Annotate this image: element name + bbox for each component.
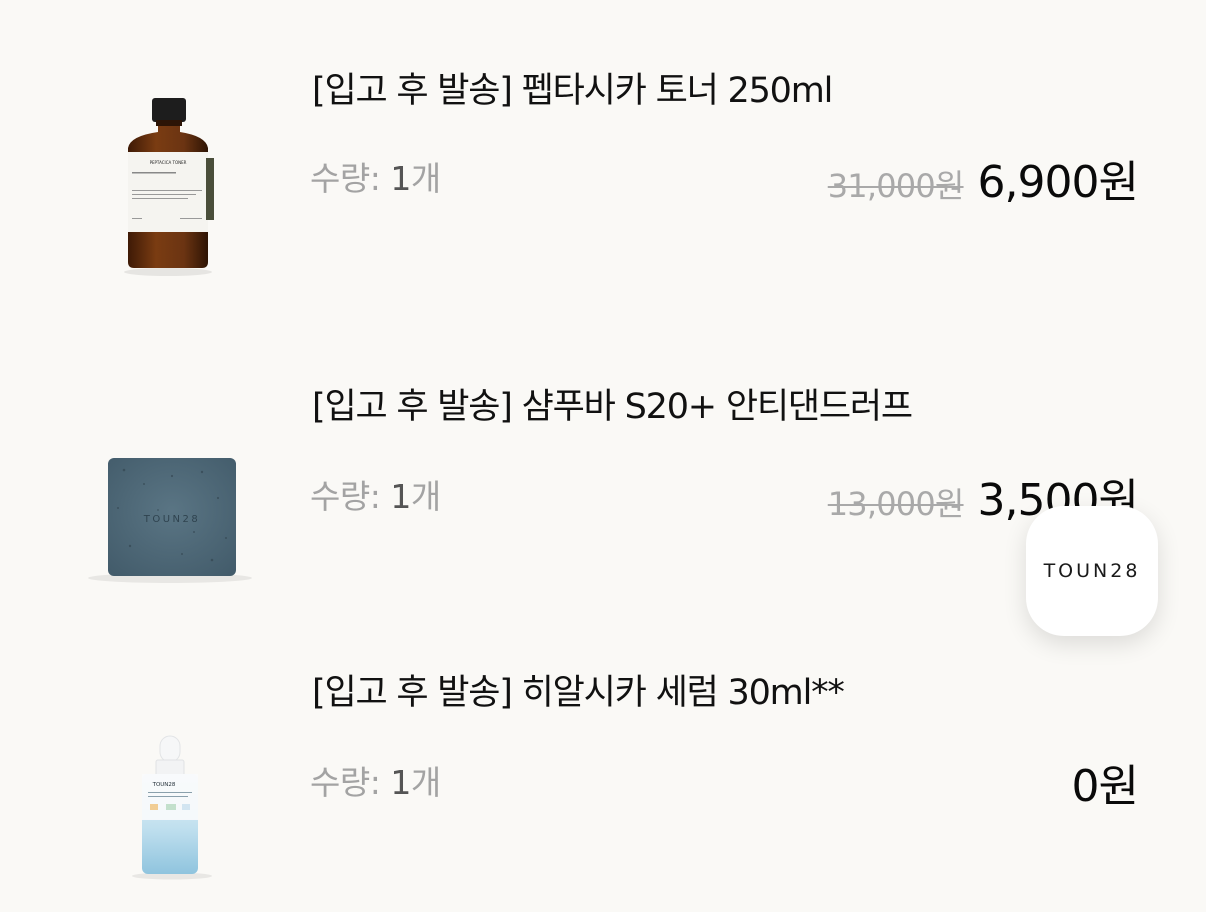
- serum-label-text: TOUN28: [152, 782, 176, 788]
- product-image[interactable]: TOUN28: [84, 420, 256, 620]
- brand-logo: TOUN28: [1043, 560, 1141, 582]
- soap-embossed-text: TOUN28: [143, 514, 201, 525]
- quantity-text: 수량: 1개: [310, 756, 441, 804]
- serum-dropper-bottle-icon: TOUN28: [132, 735, 212, 880]
- quantity-value: 1: [390, 477, 411, 516]
- price-group: 0원: [1071, 750, 1139, 814]
- original-price: 13,000원: [827, 485, 965, 523]
- quantity-value: 1: [390, 763, 411, 802]
- quantity-text: 수량: 1개: [310, 152, 441, 200]
- quantity-value: 1: [390, 159, 411, 198]
- quantity-unit: 개: [410, 159, 441, 198]
- product-image[interactable]: TOUN28: [84, 706, 256, 906]
- sale-price: 0원: [1071, 761, 1139, 812]
- original-price: 31,000원: [827, 167, 965, 205]
- quantity-label: 수량:: [310, 159, 381, 198]
- bottle-label-text: PEPTACICA TONER: [150, 160, 187, 165]
- sale-price: 6,900원: [977, 157, 1139, 208]
- brand-floating-button[interactable]: TOUN28: [1026, 506, 1158, 636]
- quantity-label: 수량:: [310, 763, 381, 802]
- quantity-unit: 개: [410, 763, 441, 802]
- product-title[interactable]: [입고 후 발송] 샴푸바 S20+ 안티댄드러프: [312, 378, 913, 429]
- product-title[interactable]: [입고 후 발송] 히알시카 세럼 30ml**: [312, 664, 845, 715]
- price-group: 31,000원 6,900원: [827, 146, 1139, 210]
- quantity-label: 수량:: [310, 477, 381, 516]
- quantity-unit: 개: [410, 477, 441, 516]
- product-image[interactable]: PEPTACICA TONER: [84, 82, 256, 282]
- shampoo-bar-icon: TOUN28: [88, 458, 252, 583]
- quantity-text: 수량: 1개: [310, 470, 441, 518]
- amber-bottle-icon: PEPTACICA TONER: [124, 98, 214, 276]
- product-title[interactable]: [입고 후 발송] 펩타시카 토너 250ml: [312, 62, 833, 113]
